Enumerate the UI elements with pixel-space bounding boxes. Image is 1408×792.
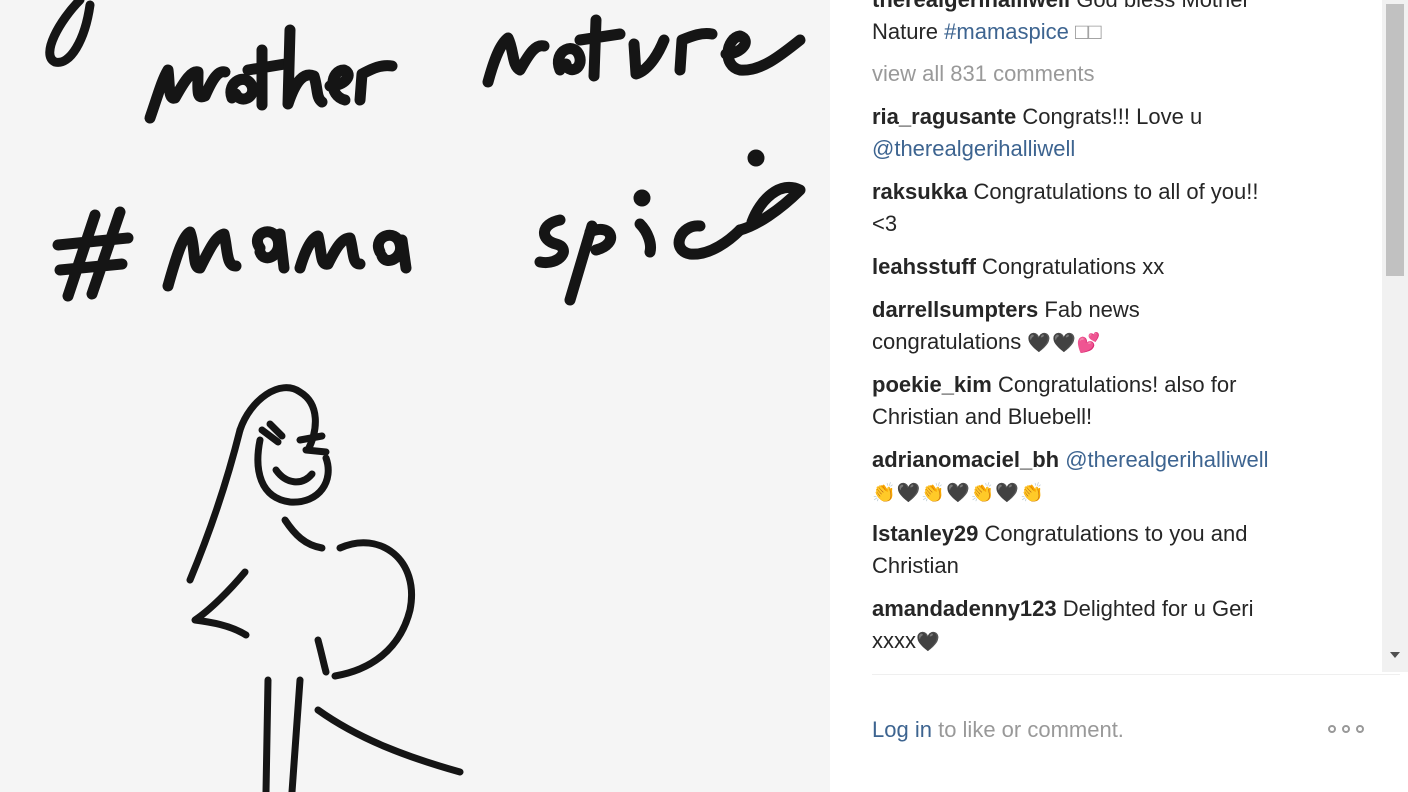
comment-text: Congratulations! also for xyxy=(997,372,1237,397)
handwritten-drawing xyxy=(45,0,806,792)
comment: darrellsumpters Fab news congratulations… xyxy=(872,294,1342,359)
comment: lstanley29 Congratulations to you and Ch… xyxy=(872,518,1342,581)
heart-emoji-icon: 🖤🖤💕 xyxy=(1027,331,1102,354)
dot xyxy=(1328,725,1336,733)
comment-username[interactable]: lstanley29 xyxy=(872,521,978,546)
comment-username[interactable]: poekie_kim xyxy=(872,372,992,397)
view-all-comments-link[interactable]: view all 831 comments xyxy=(872,58,1342,90)
comments-panel: therealgerihalliwell God bless Mother Na… xyxy=(830,0,1408,792)
comment: raksukka Congratulations to all of you!!… xyxy=(872,176,1342,239)
comment-text-2: <3 xyxy=(872,210,898,236)
post-caption: therealgerihalliwell God bless Mother Na… xyxy=(872,0,1342,47)
comment-text-2: Christian and Bluebell! xyxy=(872,403,1093,429)
comment-text-2: Christian xyxy=(872,552,959,578)
comment: adrianomaciel_bh @therealgerihalliwell 👏… xyxy=(872,444,1342,509)
comments-list: therealgerihalliwell God bless Mother Na… xyxy=(872,0,1342,668)
scrollbar-thumb[interactable] xyxy=(1386,4,1404,276)
login-prompt: Log in to like or comment. xyxy=(872,717,1124,743)
dot xyxy=(1342,725,1350,733)
login-prompt-text: to like or comment. xyxy=(938,717,1124,742)
comment-text-2: congratulations xyxy=(872,328,1022,354)
comment-text: Delighted for u Geri xyxy=(1062,596,1254,621)
comment-text-2: xxxx xyxy=(872,627,916,653)
login-link[interactable]: Log in xyxy=(872,717,932,742)
comment: leahsstuff Congratulations xx xyxy=(872,251,1342,283)
comment-text: Congrats!!! Love u xyxy=(1022,104,1203,129)
clap-heart-emoji-icon: 👏🖤👏🖤👏🖤👏 xyxy=(872,481,1045,504)
comment-username[interactable]: raksukka xyxy=(872,179,967,204)
heart-emoji-icon: 🖤 xyxy=(916,630,941,653)
comment-text: Congratulations to all of you!! xyxy=(973,179,1259,204)
caption-trailing: □□ xyxy=(1075,18,1102,44)
scroll-down-arrow-icon[interactable] xyxy=(1390,652,1400,658)
dot xyxy=(1356,725,1364,733)
comment-text: Congratulations xx xyxy=(982,254,1165,279)
caption-username[interactable]: therealgerihalliwell xyxy=(872,0,1070,12)
more-options-icon[interactable] xyxy=(1328,725,1364,733)
comment-text: Fab news xyxy=(1044,297,1140,322)
comment-username[interactable]: adrianomaciel_bh xyxy=(872,447,1059,472)
caption-text: God bless Mother xyxy=(1076,0,1250,12)
comment: amandadenny123 Delighted for u Geri xxxx… xyxy=(872,593,1342,658)
mention-link[interactable]: @therealgerihalliwell xyxy=(1065,447,1268,472)
comment: ria_ragusante Congrats!!! Love u @therea… xyxy=(872,101,1342,164)
comment-text: Congratulations to you and xyxy=(984,521,1248,546)
comment-username[interactable]: leahsstuff xyxy=(872,254,976,279)
comment-username[interactable]: amandadenny123 xyxy=(872,596,1057,621)
post-photo xyxy=(0,0,830,792)
mention-link[interactable]: @therealgerihalliwell xyxy=(872,136,1075,161)
divider xyxy=(872,674,1400,675)
caption-text-2: Nature xyxy=(872,18,939,44)
comments-scrollbar[interactable] xyxy=(1382,0,1408,672)
comment-username[interactable]: darrellsumpters xyxy=(872,297,1038,322)
hashtag-link[interactable]: #mamaspice xyxy=(944,19,1069,44)
comment: poekie_kim Congratulations! also for Chr… xyxy=(872,369,1342,432)
comment-username[interactable]: ria_ragusante xyxy=(872,104,1016,129)
